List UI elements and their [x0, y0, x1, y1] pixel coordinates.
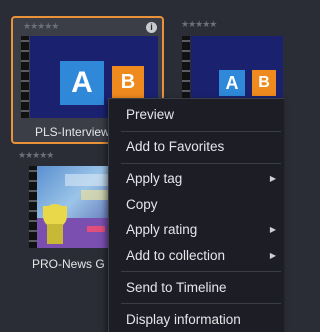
rating-stars[interactable]: ★★★★★	[181, 19, 217, 30]
menu-item-preview[interactable]: Preview	[109, 103, 284, 127]
film-strip-icon	[21, 36, 29, 118]
menu-separator	[121, 303, 281, 304]
tile-label: PRO-News G	[32, 257, 105, 271]
menu-item-label: Preview	[126, 107, 175, 122]
menu-separator	[121, 131, 281, 132]
menu-item-label: Add to collection	[126, 248, 226, 263]
block-b: B	[112, 66, 144, 98]
menu-item-label: Display information	[126, 312, 241, 327]
block-a: A	[60, 61, 104, 105]
menu-item-send-to-timeline[interactable]: Send to Timeline	[109, 276, 284, 300]
submenu-arrow-icon: ▶	[269, 225, 276, 234]
info-icon[interactable]: i	[146, 22, 157, 33]
block-b: B	[252, 70, 276, 96]
submenu-arrow-icon: ▶	[269, 251, 276, 260]
menu-item-label: Add to Favorites	[126, 139, 225, 154]
thumbnail	[37, 166, 111, 248]
menu-item-display-information[interactable]: Display information	[109, 308, 284, 332]
menu-item-label: Apply tag	[126, 171, 183, 186]
context-menu: Preview Add to Favorites Apply tag ▶ Cop…	[108, 98, 284, 332]
menu-separator	[121, 271, 281, 272]
menu-item-label: Copy	[126, 197, 158, 212]
menu-separator	[121, 163, 281, 164]
menu-item-label: Apply rating	[126, 222, 198, 237]
menu-item-apply-tag[interactable]: Apply tag ▶	[109, 167, 284, 191]
block-a: A	[219, 70, 245, 96]
film-strip-icon	[29, 166, 37, 248]
rating-stars[interactable]: ★★★★★	[18, 150, 54, 161]
media-tile-pro-news[interactable]: ★★★★★ PRO-News G	[11, 148, 111, 278]
menu-item-label: Send to Timeline	[126, 280, 227, 295]
tile-label: PLS-Interview	[35, 125, 110, 139]
news-graphic	[37, 174, 111, 248]
menu-item-copy[interactable]: Copy	[109, 193, 284, 217]
rating-stars[interactable]: ★★★★★	[23, 21, 59, 32]
menu-item-add-to-collection[interactable]: Add to collection ▶	[109, 244, 284, 268]
menu-item-add-to-favorites[interactable]: Add to Favorites	[109, 135, 284, 159]
menu-item-apply-rating[interactable]: Apply rating ▶	[109, 218, 284, 242]
submenu-arrow-icon: ▶	[269, 174, 276, 183]
